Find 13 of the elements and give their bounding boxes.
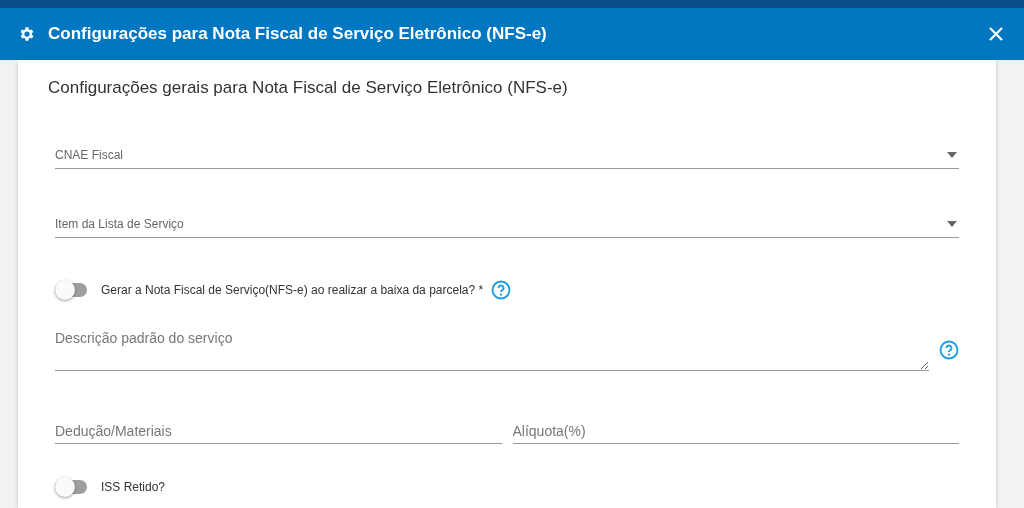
toggle-switch[interactable] — [55, 283, 87, 297]
toggle-label: Gerar a Nota Fiscal de Serviço(NFS-e) ao realizar a baixa da parcela? * — [101, 283, 484, 297]
help-icon[interactable] — [939, 339, 959, 360]
dialog-title: Configurações para Nota Fiscal de Serviço Eletrônico (NFS-e) — [48, 24, 548, 44]
section-title: Configurações gerais para Nota Fiscal de Serviço Eletrônico (NFS-e) — [48, 78, 569, 98]
toggle-label: ISS Retido? — [101, 480, 166, 494]
caret-icon — [947, 221, 957, 227]
caret-icon — [947, 152, 957, 158]
select-field[interactable]: CNAE Fiscal — [55, 142, 959, 169]
help-icon[interactable] — [491, 280, 512, 300]
gear-icon — [18, 25, 36, 43]
toggle-switch[interactable] — [55, 480, 87, 494]
select-field[interactable]: Item da Lista de Serviço — [55, 211, 959, 238]
